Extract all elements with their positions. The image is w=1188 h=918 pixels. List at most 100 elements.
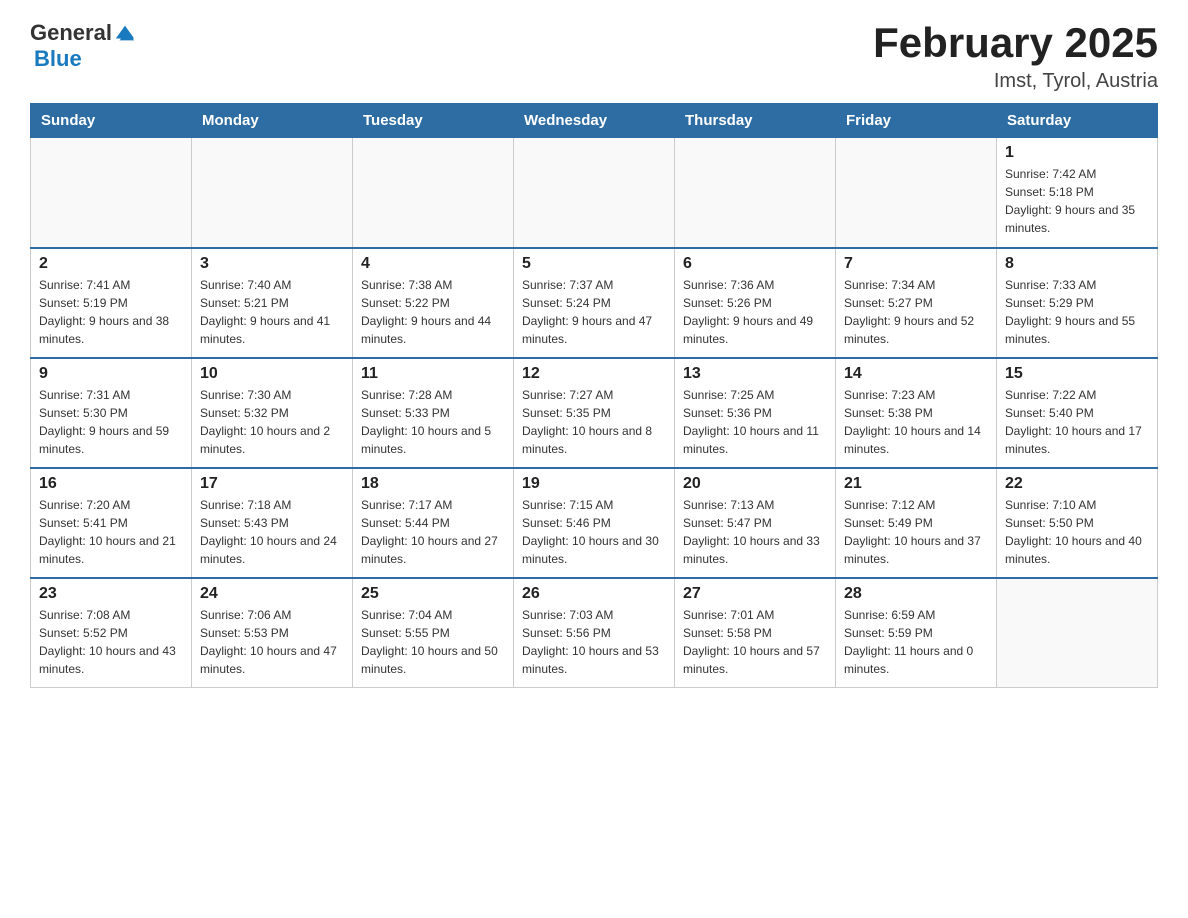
calendar-cell: 9 Sunrise: 7:31 AM Sunset: 5:30 PM Daylig…	[31, 358, 192, 468]
day-number: 9	[39, 365, 183, 383]
day-info: Sunrise: 7:42 AM Sunset: 5:18 PM Dayligh…	[1005, 165, 1149, 237]
day-info: Sunrise: 6:59 AM Sunset: 5:59 PM Dayligh…	[844, 606, 988, 678]
day-number: 3	[200, 255, 344, 273]
calendar-cell: 3 Sunrise: 7:40 AM Sunset: 5:21 PM Daylig…	[192, 248, 353, 358]
day-info: Sunrise: 7:41 AM Sunset: 5:19 PM Dayligh…	[39, 276, 183, 348]
page-header: General Blue February 2025 Imst, Tyrol, …	[30, 20, 1158, 93]
day-info: Sunrise: 7:23 AM Sunset: 5:38 PM Dayligh…	[844, 386, 988, 458]
day-number: 15	[1005, 365, 1149, 383]
calendar-cell	[675, 138, 836, 248]
column-header-sunday: Sunday	[31, 104, 192, 138]
calendar-cell: 20Sunrise: 7:13 AM Sunset: 5:47 PM Dayli…	[675, 468, 836, 578]
logo-blue-text: Blue	[34, 46, 82, 72]
day-number: 4	[361, 255, 505, 273]
calendar-week-row: 1 Sunrise: 7:42 AM Sunset: 5:18 PM Daylig…	[31, 138, 1158, 248]
calendar-cell: 4 Sunrise: 7:38 AM Sunset: 5:22 PM Daylig…	[353, 248, 514, 358]
day-number: 25	[361, 585, 505, 603]
day-info: Sunrise: 7:38 AM Sunset: 5:22 PM Dayligh…	[361, 276, 505, 348]
day-number: 18	[361, 475, 505, 493]
day-info: Sunrise: 7:27 AM Sunset: 5:35 PM Dayligh…	[522, 386, 666, 458]
day-info: Sunrise: 7:31 AM Sunset: 5:30 PM Dayligh…	[39, 386, 183, 458]
calendar-cell: 5Sunrise: 7:37 AM Sunset: 5:24 PM Daylig…	[514, 248, 675, 358]
day-info: Sunrise: 7:40 AM Sunset: 5:21 PM Dayligh…	[200, 276, 344, 348]
day-number: 28	[844, 585, 988, 603]
day-number: 24	[200, 585, 344, 603]
logo-icon	[114, 22, 136, 44]
day-info: Sunrise: 7:28 AM Sunset: 5:33 PM Dayligh…	[361, 386, 505, 458]
calendar-cell: 24 Sunrise: 7:06 AM Sunset: 5:53 PM Dayli…	[192, 578, 353, 688]
calendar-cell: 11 Sunrise: 7:28 AM Sunset: 5:33 PM Dayli…	[353, 358, 514, 468]
day-number: 8	[1005, 255, 1149, 273]
calendar-cell	[353, 138, 514, 248]
calendar-week-row: 23 Sunrise: 7:08 AM Sunset: 5:52 PM Dayli…	[31, 578, 1158, 688]
day-info: Sunrise: 7:06 AM Sunset: 5:53 PM Dayligh…	[200, 606, 344, 678]
column-header-saturday: Saturday	[997, 104, 1158, 138]
calendar-cell: 12 Sunrise: 7:27 AM Sunset: 5:35 PM Dayli…	[514, 358, 675, 468]
day-number: 2	[39, 255, 183, 273]
calendar-cell: 23 Sunrise: 7:08 AM Sunset: 5:52 PM Dayli…	[31, 578, 192, 688]
calendar-cell	[514, 138, 675, 248]
calendar-cell: 26Sunrise: 7:03 AM Sunset: 5:56 PM Dayli…	[514, 578, 675, 688]
calendar-cell: 27Sunrise: 7:01 AM Sunset: 5:58 PM Dayli…	[675, 578, 836, 688]
calendar-header-row: SundayMondayTuesdayWednesdayThursdayFrid…	[31, 104, 1158, 138]
calendar-cell: 10Sunrise: 7:30 AM Sunset: 5:32 PM Dayli…	[192, 358, 353, 468]
calendar-week-row: 2 Sunrise: 7:41 AM Sunset: 5:19 PM Daylig…	[31, 248, 1158, 358]
day-info: Sunrise: 7:18 AM Sunset: 5:43 PM Dayligh…	[200, 496, 344, 568]
day-info: Sunrise: 7:33 AM Sunset: 5:29 PM Dayligh…	[1005, 276, 1149, 348]
day-number: 23	[39, 585, 183, 603]
day-info: Sunrise: 7:25 AM Sunset: 5:36 PM Dayligh…	[683, 386, 827, 458]
day-number: 11	[361, 365, 505, 383]
logo-general-text: General	[30, 20, 112, 46]
calendar-cell	[836, 138, 997, 248]
day-number: 1	[1005, 144, 1149, 162]
calendar-cell: 21Sunrise: 7:12 AM Sunset: 5:49 PM Dayli…	[836, 468, 997, 578]
calendar-week-row: 16Sunrise: 7:20 AM Sunset: 5:41 PM Dayli…	[31, 468, 1158, 578]
calendar-cell: 7 Sunrise: 7:34 AM Sunset: 5:27 PM Daylig…	[836, 248, 997, 358]
calendar-cell	[31, 138, 192, 248]
day-number: 19	[522, 475, 666, 493]
logo: General Blue	[30, 20, 136, 72]
day-info: Sunrise: 7:22 AM Sunset: 5:40 PM Dayligh…	[1005, 386, 1149, 458]
day-info: Sunrise: 7:03 AM Sunset: 5:56 PM Dayligh…	[522, 606, 666, 678]
calendar-week-row: 9 Sunrise: 7:31 AM Sunset: 5:30 PM Daylig…	[31, 358, 1158, 468]
column-header-wednesday: Wednesday	[514, 104, 675, 138]
day-number: 22	[1005, 475, 1149, 493]
column-header-thursday: Thursday	[675, 104, 836, 138]
calendar-cell: 28 Sunrise: 6:59 AM Sunset: 5:59 PM Dayli…	[836, 578, 997, 688]
day-number: 12	[522, 365, 666, 383]
day-info: Sunrise: 7:30 AM Sunset: 5:32 PM Dayligh…	[200, 386, 344, 458]
day-number: 14	[844, 365, 988, 383]
calendar-cell: 16Sunrise: 7:20 AM Sunset: 5:41 PM Dayli…	[31, 468, 192, 578]
day-info: Sunrise: 7:01 AM Sunset: 5:58 PM Dayligh…	[683, 606, 827, 678]
calendar-cell: 2 Sunrise: 7:41 AM Sunset: 5:19 PM Daylig…	[31, 248, 192, 358]
day-info: Sunrise: 7:12 AM Sunset: 5:49 PM Dayligh…	[844, 496, 988, 568]
calendar-cell: 6 Sunrise: 7:36 AM Sunset: 5:26 PM Daylig…	[675, 248, 836, 358]
calendar-cell: 8 Sunrise: 7:33 AM Sunset: 5:29 PM Daylig…	[997, 248, 1158, 358]
calendar-cell: 13Sunrise: 7:25 AM Sunset: 5:36 PM Dayli…	[675, 358, 836, 468]
calendar-cell: 25 Sunrise: 7:04 AM Sunset: 5:55 PM Dayli…	[353, 578, 514, 688]
day-info: Sunrise: 7:13 AM Sunset: 5:47 PM Dayligh…	[683, 496, 827, 568]
column-header-monday: Monday	[192, 104, 353, 138]
day-info: Sunrise: 7:04 AM Sunset: 5:55 PM Dayligh…	[361, 606, 505, 678]
calendar-cell	[997, 578, 1158, 688]
calendar-cell: 18 Sunrise: 7:17 AM Sunset: 5:44 PM Dayli…	[353, 468, 514, 578]
title-block: February 2025 Imst, Tyrol, Austria	[873, 20, 1158, 93]
day-info: Sunrise: 7:08 AM Sunset: 5:52 PM Dayligh…	[39, 606, 183, 678]
day-info: Sunrise: 7:34 AM Sunset: 5:27 PM Dayligh…	[844, 276, 988, 348]
day-info: Sunrise: 7:17 AM Sunset: 5:44 PM Dayligh…	[361, 496, 505, 568]
calendar-cell: 22Sunrise: 7:10 AM Sunset: 5:50 PM Dayli…	[997, 468, 1158, 578]
day-number: 7	[844, 255, 988, 273]
day-info: Sunrise: 7:37 AM Sunset: 5:24 PM Dayligh…	[522, 276, 666, 348]
calendar-cell	[192, 138, 353, 248]
calendar-cell: 17 Sunrise: 7:18 AM Sunset: 5:43 PM Dayli…	[192, 468, 353, 578]
calendar-cell: 19 Sunrise: 7:15 AM Sunset: 5:46 PM Dayli…	[514, 468, 675, 578]
calendar-cell: 1 Sunrise: 7:42 AM Sunset: 5:18 PM Daylig…	[997, 138, 1158, 248]
day-info: Sunrise: 7:15 AM Sunset: 5:46 PM Dayligh…	[522, 496, 666, 568]
day-number: 6	[683, 255, 827, 273]
day-number: 16	[39, 475, 183, 493]
column-header-friday: Friday	[836, 104, 997, 138]
calendar-cell: 15 Sunrise: 7:22 AM Sunset: 5:40 PM Dayli…	[997, 358, 1158, 468]
day-info: Sunrise: 7:36 AM Sunset: 5:26 PM Dayligh…	[683, 276, 827, 348]
month-title: February 2025	[873, 20, 1158, 66]
day-number: 17	[200, 475, 344, 493]
